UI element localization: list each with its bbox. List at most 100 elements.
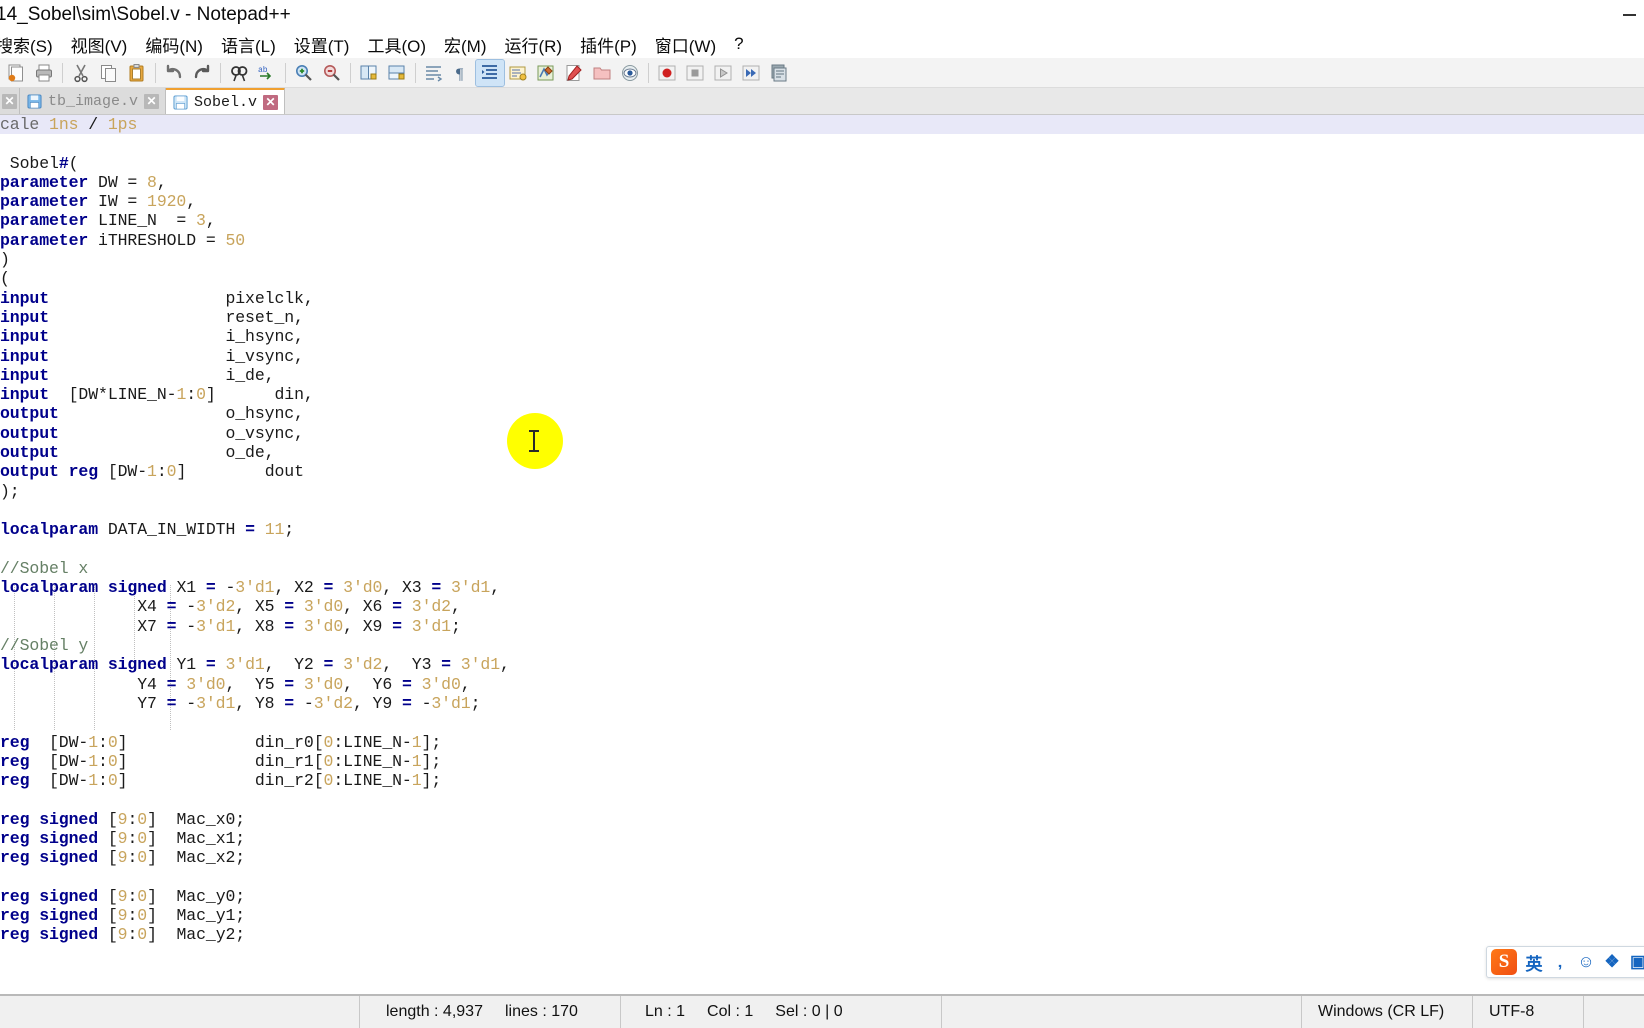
- code-token: ] Mac_y0;: [147, 886, 246, 906]
- menu-encoding[interactable]: 编码(N): [136, 30, 212, 58]
- ime-voice-input-icon[interactable]: ❖: [1603, 952, 1621, 972]
- tab-close-icon[interactable]: ✕: [144, 93, 160, 109]
- find-icon[interactable]: [225, 60, 253, 86]
- play-macro-icon[interactable]: [709, 60, 737, 86]
- menu-macro[interactable]: 宏(M): [435, 30, 495, 58]
- tab-close-icon[interactable]: ✕: [2, 93, 17, 109]
- redo-icon[interactable]: [188, 60, 216, 86]
- code-token: ,: [490, 578, 501, 598]
- code-token: Y1: [166, 655, 206, 675]
- code-token: =: [205, 578, 216, 598]
- tab-partial[interactable]: ✕: [0, 88, 20, 114]
- tab-tb-image-v[interactable]: tb_image.v ✕: [20, 88, 167, 114]
- status-eol-label: Windows (CR LF): [1318, 1003, 1445, 1020]
- code-editor[interactable]: cale 1ns / 1ps Sobel#(parameter DW = 8, p…: [0, 115, 1644, 994]
- code-line: input [DW*LINE_N-1:0] din,: [0, 385, 1644, 404]
- ime-emoji-icon[interactable]: ☺: [1577, 952, 1595, 972]
- code-line: reg signed [9:0] Mac_x2;: [0, 848, 1644, 867]
- code-token: 1: [88, 751, 99, 771]
- code-token: =: [205, 655, 216, 675]
- menu-language[interactable]: 语言(L): [212, 30, 285, 58]
- print-icon[interactable]: [30, 60, 58, 86]
- menu-help[interactable]: ?: [725, 32, 752, 56]
- ime-language-mode-button[interactable]: 英: [1525, 950, 1543, 975]
- style-config-icon[interactable]: [532, 60, 560, 86]
- code-line: localparam DATA_IN_WIDTH = 11;: [0, 520, 1644, 539]
- stop-macro-icon[interactable]: [681, 60, 709, 86]
- code-token: 11: [264, 520, 285, 540]
- code-line: reg [DW-1:0] din_r1[0:LINE_N-1];: [0, 752, 1644, 771]
- copy-icon[interactable]: [95, 60, 123, 86]
- code-token: , X2: [274, 578, 324, 598]
- user-lang-icon[interactable]: [504, 60, 532, 86]
- sync-v-scroll-icon[interactable]: [355, 60, 383, 86]
- menu-run[interactable]: 运行(R): [495, 30, 571, 58]
- sync-h-scroll-icon[interactable]: [383, 60, 411, 86]
- menu-plugins[interactable]: 插件(P): [571, 30, 646, 58]
- code-line: localparam signed X1 = -3'd1, X2 = 3'd0,…: [0, 578, 1644, 597]
- play-multi-macro-icon[interactable]: [737, 60, 765, 86]
- zoom-out-icon[interactable]: [318, 60, 346, 86]
- zoom-in-icon[interactable]: [290, 60, 318, 86]
- code-line: input reset_n,: [0, 308, 1644, 327]
- tab-close-icon[interactable]: ✕: [263, 94, 279, 110]
- ime-toolbox-icon[interactable]: ▣: [1629, 952, 1644, 972]
- ime-punctuation-icon[interactable]: ‚: [1551, 952, 1569, 972]
- code-token: 3'd1: [196, 693, 236, 713]
- code-token: :LINE_N-: [333, 751, 412, 771]
- code-token: 1: [411, 771, 422, 791]
- code-token: =: [392, 616, 402, 636]
- code-token: 0: [137, 925, 148, 945]
- record-macro-icon[interactable]: [653, 60, 681, 86]
- code-token: ] din_r0[: [117, 732, 324, 752]
- code-token: 1: [88, 732, 99, 752]
- code-token: :: [156, 462, 167, 482]
- svg-text:¶: ¶: [456, 66, 464, 83]
- folder-workspace-icon[interactable]: [588, 60, 616, 86]
- code-token: , X8: [235, 616, 285, 636]
- paste-icon[interactable]: [123, 60, 151, 86]
- sogou-ime-toolbar[interactable]: S 英 ‚ ☺ ❖ ▣: [1486, 946, 1644, 978]
- new-file-icon[interactable]: [2, 60, 30, 86]
- status-caret-info: Ln : 1 Col : 1 Sel : 0 | 0: [621, 996, 941, 1028]
- code-token: i_vsync,: [49, 346, 304, 366]
- toolbar-separator: [350, 62, 351, 83]
- replace-icon[interactable]: ab: [253, 60, 281, 86]
- minimize-button[interactable]: [1614, 0, 1644, 30]
- cut-icon[interactable]: [67, 60, 95, 86]
- word-wrap-icon[interactable]: [420, 60, 448, 86]
- menu-window[interactable]: 窗口(W): [646, 30, 725, 58]
- macro-record-pen-icon[interactable]: [560, 60, 588, 86]
- code-token: :: [127, 809, 138, 829]
- status-eol-format[interactable]: Windows (CR LF): [1302, 996, 1472, 1028]
- code-token: (: [68, 153, 79, 173]
- sogou-logo-icon[interactable]: S: [1491, 949, 1517, 975]
- status-insert-mode[interactable]: [1584, 996, 1644, 1028]
- status-encoding[interactable]: UTF-8: [1473, 996, 1583, 1028]
- menu-tools[interactable]: 工具(O): [358, 30, 435, 58]
- code-token: 0: [107, 771, 118, 791]
- code-token: :: [127, 886, 138, 906]
- code-token: , Y5: [225, 674, 285, 694]
- menu-view[interactable]: 视图(V): [62, 30, 137, 58]
- undo-icon[interactable]: [160, 60, 188, 86]
- show-all-chars-icon[interactable]: ¶: [448, 60, 476, 86]
- doc-map-icon[interactable]: [616, 60, 644, 86]
- tab-sobel-v[interactable]: Sobel.v ✕: [166, 88, 286, 114]
- run-icon[interactable]: [765, 60, 793, 86]
- code-token: output: [0, 443, 59, 463]
- code-line: output o_vsync,: [0, 424, 1644, 443]
- menu-settings[interactable]: 设置(T): [285, 30, 359, 58]
- code-token: 9: [117, 809, 128, 829]
- title-bar: 14_Sobel\sim\Sobel.v - Notepad++: [0, 0, 1644, 30]
- code-line: );: [0, 482, 1644, 501]
- code-line: output reg [DW-1:0] dout: [0, 462, 1644, 481]
- code-token: o_de,: [58, 443, 275, 463]
- menu-search[interactable]: 搜索(S): [0, 30, 62, 58]
- toolbar-separator: [648, 62, 649, 83]
- indent-guide-icon[interactable]: [475, 58, 505, 87]
- code-token: 3'd1: [235, 578, 275, 598]
